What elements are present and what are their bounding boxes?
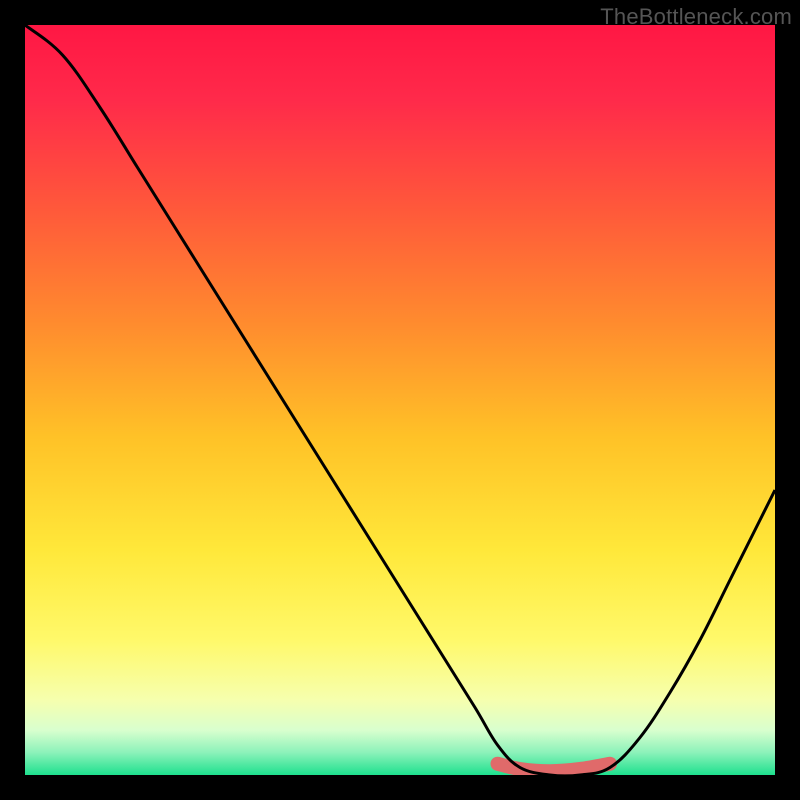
- gradient-background: [25, 25, 775, 775]
- chart-svg: [25, 25, 775, 775]
- chart-frame: TheBottleneck.com: [0, 0, 800, 800]
- plot-area: [25, 25, 775, 775]
